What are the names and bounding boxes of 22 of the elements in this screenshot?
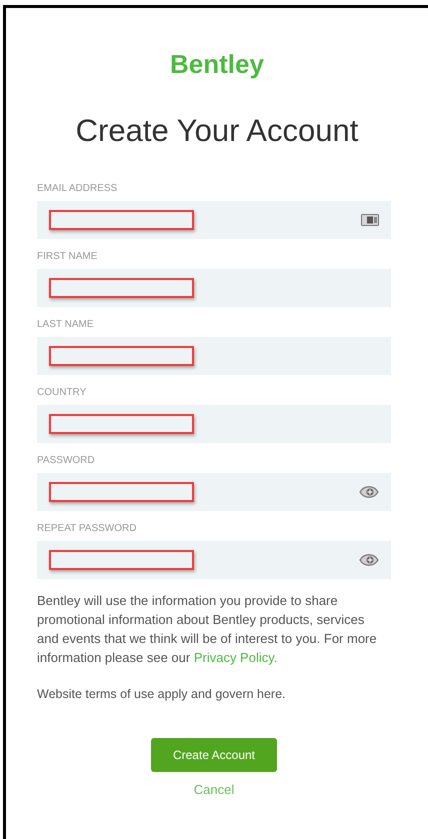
logo: Bentley bbox=[170, 51, 264, 77]
input-field[interactable] bbox=[37, 405, 391, 443]
input-field[interactable] bbox=[37, 269, 391, 307]
eye-icon[interactable] bbox=[359, 484, 379, 500]
cancel-link[interactable]: Cancel bbox=[194, 780, 234, 800]
field-label: EMAIL ADDRESS bbox=[37, 183, 118, 195]
input-field[interactable] bbox=[37, 201, 391, 239]
privacy-notice: Bentley will use the information you provide to share promotional information about Bentley products, services and events that we think will be of interest to you. For more information please see our Privacy Policy. bbox=[37, 592, 378, 667]
create-account-button[interactable]: Create Account bbox=[151, 738, 277, 772]
input-field[interactable] bbox=[37, 541, 391, 579]
field-label: PASSWORD bbox=[37, 455, 96, 467]
page-title: Create Your Account bbox=[76, 115, 358, 146]
input-field[interactable] bbox=[37, 337, 391, 375]
input-field[interactable] bbox=[37, 473, 391, 511]
field-label: LAST NAME bbox=[37, 319, 94, 331]
field-label: FIRST NAME bbox=[37, 251, 98, 263]
terms-text: Website terms of use apply and govern here. bbox=[37, 686, 287, 703]
field-label: REPEAT PASSWORD bbox=[37, 523, 138, 535]
eye-icon[interactable] bbox=[359, 552, 379, 568]
privacy-policy-link[interactable]: Privacy Policy. bbox=[194, 650, 278, 665]
card-icon[interactable] bbox=[361, 214, 379, 226]
field-label: COUNTRY bbox=[37, 387, 88, 399]
